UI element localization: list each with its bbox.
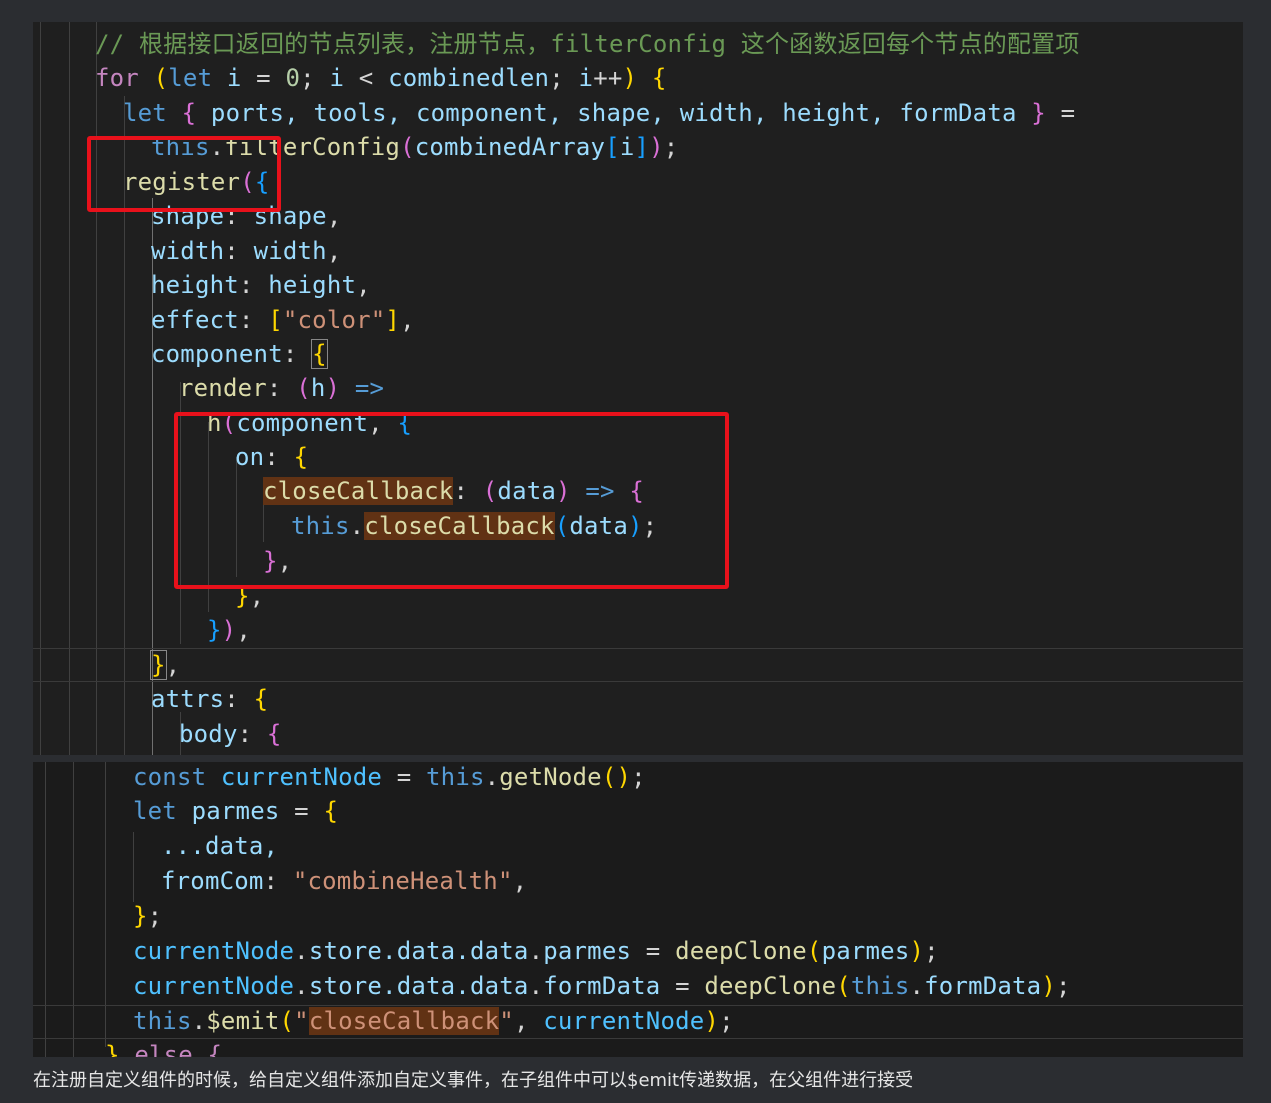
string-color: "color" (282, 306, 386, 334)
indent-guide (133, 832, 134, 902)
key-attrs: attrs (151, 685, 225, 713)
code-line-else-partial: } else { (105, 1038, 222, 1057)
code-line-spread-data: ...data, (161, 829, 278, 863)
var-currentNode: currentNode (543, 1007, 705, 1035)
else-keyword: else { (134, 1041, 223, 1057)
caption-text: 在注册自定义组件的时候，给自定义组件添加自定义事件，在子组件中可以$emit传递… (33, 1070, 914, 1091)
code-line-render: render: (h) => (179, 374, 385, 402)
let-keyword: let (168, 64, 213, 92)
code-line-const-currentnode: const currentNode = this.getNode(); (133, 763, 646, 791)
key-render: render (179, 374, 267, 402)
var-width: width (253, 237, 327, 265)
var-parmes: parmes (191, 797, 280, 825)
store-path: store.data.data (308, 937, 529, 965)
fn-getNode: getNode (499, 763, 602, 791)
fn-deepClone: deepClone (704, 972, 837, 1000)
string-combineHealth: "combineHealth" (292, 867, 513, 895)
const-keyword: const (133, 763, 207, 791)
code-line-close-h: }), (207, 616, 251, 644)
key-parmes: parmes (543, 937, 632, 965)
key-formData: formData (543, 972, 661, 1000)
spread-data: ...data, (161, 832, 279, 860)
code-line-component: component: { (151, 339, 328, 369)
highlight-box-register (87, 136, 281, 212)
var-currentNode: currentNode (133, 972, 295, 1000)
var-i: i (578, 64, 594, 92)
code-line-fromcom: fromCom: "combineHealth", (161, 867, 528, 895)
code-line-attrs: attrs: { (151, 685, 269, 713)
code-line-assign-parmes: currentNode.store.data.data.parmes = dee… (133, 937, 939, 965)
param-h: h (310, 374, 326, 402)
code-line-for: for (let i = 0; i < combinedlen; i++) { (95, 64, 667, 92)
key-component: component (151, 340, 283, 368)
string-closeCallback: closeCallback (308, 1007, 500, 1035)
this-keyword: this (133, 1007, 192, 1035)
highlight-box-on-closecallback (174, 412, 729, 589)
key-width: width (151, 237, 225, 265)
indent-guide (96, 22, 97, 755)
key-effect: effect (151, 306, 239, 334)
code-line-comment: // 根据接口返回的节点列表，注册节点，filterConfig 这个函数返回每… (95, 27, 1080, 61)
code-line-assign-formdata: currentNode.store.data.data.formData = d… (133, 972, 1071, 1000)
store-path: store.data.data (308, 972, 529, 1000)
var-height: height (268, 271, 357, 299)
var-parmes: parmes (821, 937, 910, 965)
indent-guide (69, 22, 70, 755)
key-body: body (179, 720, 238, 748)
comment-text: // 根据接口返回的节点列表，注册节点，filterConfig 这个函数返回每… (95, 30, 1080, 58)
var-i: i (226, 64, 242, 92)
this-keyword: this (850, 972, 910, 1000)
code-line-effect: effect: ["color"], (151, 306, 415, 334)
var-currentNode: currentNode (220, 763, 383, 791)
this-keyword: this (426, 763, 485, 791)
for-keyword: for (95, 64, 139, 92)
code-line-close-parmes: }; (133, 902, 163, 930)
var-formData: formData (924, 972, 1042, 1000)
code-line-close-component: }, (150, 650, 181, 680)
code-line-destructure: let { ports, tools, component, shape, wi… (123, 99, 1076, 127)
code-line-height: height: height, (151, 271, 371, 299)
fn-emit: $emit (206, 1007, 280, 1035)
key-height: height (151, 271, 239, 299)
key-fromCom: fromCom (161, 867, 264, 895)
code-line-emit: this.$emit("closeCallback", currentNode)… (133, 1007, 734, 1035)
let-keyword: let (123, 99, 167, 127)
fn-deepClone: deepClone (675, 937, 807, 965)
destructured-vars: ports, tools, component, shape, width, h… (210, 99, 1017, 127)
code-editor-bottom[interactable]: const currentNode = this.getNode(); let … (33, 762, 1243, 1057)
indent-guide (40, 22, 41, 755)
var-i: i (329, 64, 345, 92)
var-combinedlen: combinedlen (388, 64, 550, 92)
var-combinedArray: combinedArray (414, 133, 606, 161)
var-currentNode: currentNode (133, 937, 295, 965)
code-line-width: width: width, (151, 237, 342, 265)
number-zero: 0 (285, 64, 301, 92)
var-i: i (619, 133, 635, 161)
current-line-highlight (33, 648, 1243, 682)
code-editor-top[interactable]: // 根据接口返回的节点列表，注册节点，filterConfig 这个函数返回每… (33, 22, 1243, 755)
let-keyword: let (133, 797, 177, 825)
code-line-body: body: { (179, 720, 282, 748)
code-line-let-parmes: let parmes = { (133, 797, 339, 825)
